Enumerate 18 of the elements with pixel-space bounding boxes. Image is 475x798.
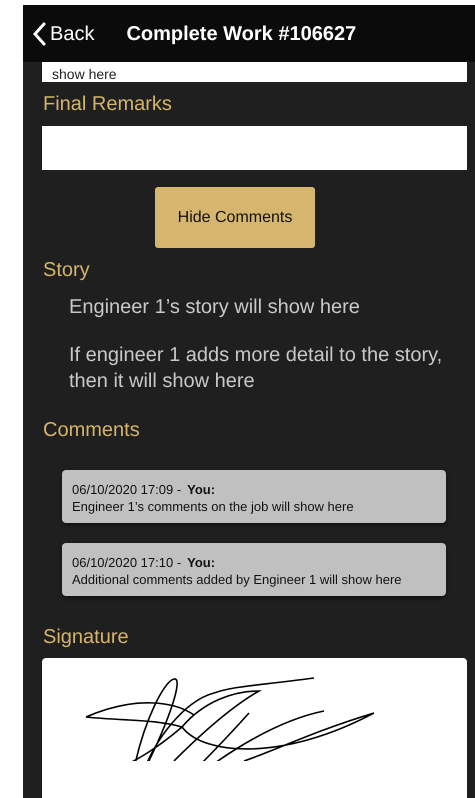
comment-text: Engineer 1’s comments on the job will show here	[72, 498, 355, 515]
comment-author: You:	[187, 555, 216, 571]
comment-text: Additional comments added by Engineer 1 will show here	[72, 571, 403, 588]
back-button[interactable]: Back	[32, 18, 94, 48]
section-label: Final Remarks	[43, 92, 173, 116]
final-remarks-field[interactable]	[42, 126, 467, 170]
section-label: Comments	[43, 418, 141, 442]
story-text: If engineer 1 adds more detail to the story, then it will show here	[69, 343, 444, 394]
screen-title: Complete Work #106627	[126, 22, 356, 46]
comment-timestamp: 06/10/2020 17:09 -	[72, 482, 182, 498]
signature-pad[interactable]	[42, 658, 467, 798]
section-label: Story	[43, 258, 91, 282]
chevron-left-icon	[32, 22, 46, 46]
hide-comments-button[interactable]: Hide Comments	[155, 187, 315, 248]
section-label: Signature	[43, 625, 130, 649]
comment-author: You:	[187, 482, 216, 498]
comment-timestamp: 06/10/2020 17:10 -	[72, 555, 182, 571]
story-text: Engineer 1’s story will show here	[69, 295, 361, 320]
